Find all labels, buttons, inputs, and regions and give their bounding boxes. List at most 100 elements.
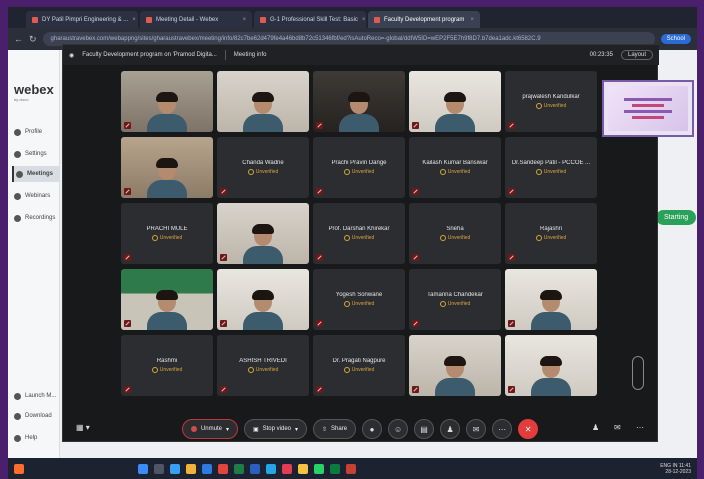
participant-tile[interactable] xyxy=(121,71,213,132)
excel-icon[interactable] xyxy=(234,463,244,474)
record-button[interactable]: ● xyxy=(362,419,383,439)
participant-tile[interactable]: Sneha Unverified xyxy=(409,203,501,264)
unverified-badge: Unverified xyxy=(536,169,567,175)
close-tab-icon[interactable]: × xyxy=(470,17,474,23)
mic-muted-icon xyxy=(316,122,323,129)
mic-muted-icon xyxy=(220,320,227,327)
sidebar-item-webinars[interactable]: Webinars xyxy=(12,188,60,204)
close-tab-icon[interactable]: × xyxy=(242,17,246,23)
sidebar-item-settings[interactable]: Settings xyxy=(12,146,60,162)
participant-tile[interactable]: Prof. Darshan Khirekar Unverified xyxy=(313,203,405,264)
browser-tab[interactable]: G-1 Professional Skill Test: Basic × xyxy=(254,11,366,28)
participant-tile[interactable]: Dr. Pragati Nagpure Unverified xyxy=(313,335,405,396)
more-panel-icon[interactable]: ⋯ xyxy=(636,423,644,432)
word-icon[interactable] xyxy=(250,463,260,474)
participant-tile[interactable]: Kailash Kumar Bansiwar Unverified xyxy=(409,137,501,198)
participant-name: Kailash Kumar Bansiwar xyxy=(422,160,488,166)
meeting-info-button[interactable]: Meeting info xyxy=(234,52,267,58)
grid-page-scroll[interactable] xyxy=(632,356,644,390)
captions-button[interactable]: ▤ xyxy=(414,419,435,439)
sidebar-item-recordings[interactable]: Recordings xyxy=(12,210,60,226)
more-options-button[interactable]: ⋯ xyxy=(492,419,513,439)
participant-tile[interactable]: Tamanna Chandekar Unverified xyxy=(409,269,501,330)
app-icon[interactable] xyxy=(282,463,292,474)
tab-favicon-icon xyxy=(32,16,38,23)
windows-start-icon[interactable] xyxy=(138,463,148,474)
participant-tile[interactable] xyxy=(217,269,309,330)
sidebar-item-help[interactable]: Help xyxy=(12,430,60,446)
layout-button[interactable]: Layout xyxy=(620,50,653,60)
vscode-icon[interactable] xyxy=(266,463,276,474)
browser-tab[interactable]: Faculty Development program × xyxy=(368,11,480,28)
participant-name: Yogesh Sonwane xyxy=(335,292,383,298)
tab-label: Meeting Detail - Webex xyxy=(156,16,219,23)
webex-taskbar-icon[interactable] xyxy=(330,463,340,474)
store-icon[interactable] xyxy=(202,463,212,474)
start-button[interactable]: Starting xyxy=(656,210,697,225)
sidebar-item-launch[interactable]: Launch M... xyxy=(12,388,60,404)
folder-icon[interactable] xyxy=(186,463,196,474)
participant-tile[interactable]: Rashmi Unverified xyxy=(121,335,213,396)
sidebar-item-meetings[interactable]: Meetings xyxy=(12,166,60,182)
widget-icon[interactable] xyxy=(14,463,24,474)
participant-video xyxy=(241,290,285,330)
participant-tile[interactable]: Chanda Wadne Unverified xyxy=(217,137,309,198)
participant-tile[interactable] xyxy=(121,269,213,330)
mic-muted-icon xyxy=(316,386,323,393)
participant-tile[interactable]: PRACHI MULE Unverified xyxy=(121,203,213,264)
unverified-badge: Unverified xyxy=(344,367,375,373)
chat-button[interactable]: ✉ xyxy=(466,419,487,439)
browser-tab[interactable]: DY Patil Pimpri Engineering & ... × xyxy=(26,11,138,28)
participant-tile[interactable]: Rajashri Unverified xyxy=(505,203,597,264)
meeting-title: Faculty Development program on 'Pramod D… xyxy=(82,52,217,58)
profile-school-button[interactable]: School xyxy=(660,34,691,44)
reactions-button[interactable]: ☺ xyxy=(388,419,409,439)
participants-panel-icon[interactable]: ♟ xyxy=(592,423,599,432)
participant-name: PRACHI MULE xyxy=(146,226,188,232)
sidebar-item-download[interactable]: Download xyxy=(12,408,60,424)
participant-tile[interactable]: ASHISH TRIVEDI Unverified xyxy=(217,335,309,396)
participant-tile[interactable]: prajwalesh Kandulkar Unverified xyxy=(505,71,597,132)
participant-video xyxy=(145,158,189,198)
back-icon[interactable]: ← xyxy=(14,34,23,44)
unverified-badge: Unverified xyxy=(344,235,375,241)
sidebar-item-profile[interactable]: Profile xyxy=(12,124,60,140)
edge-icon[interactable] xyxy=(170,463,180,474)
close-tab-icon[interactable]: × xyxy=(362,17,366,23)
participant-tile[interactable] xyxy=(217,71,309,132)
mic-muted-icon xyxy=(412,122,419,129)
unmute-button[interactable]: Unmute ▾ xyxy=(181,419,238,439)
browser-tab[interactable]: Meeting Detail - Webex × xyxy=(140,11,252,28)
participant-name: Rashmi xyxy=(156,358,178,364)
pdf-icon[interactable] xyxy=(346,463,356,474)
participant-tile[interactable]: Dr.Sandeep Patil - PCCOE ... Unverified xyxy=(505,137,597,198)
end-call-button[interactable]: ✕ xyxy=(518,419,539,439)
participant-tile[interactable]: Yogesh Sonwane Unverified xyxy=(313,269,405,330)
shared-content-thumbnail[interactable] xyxy=(602,80,694,137)
chat-panel-icon[interactable]: ✉ xyxy=(614,423,621,432)
system-tray[interactable]: ENG IN 11:41 28-12-2023 xyxy=(660,463,691,475)
share-button[interactable]: ⇧ Share xyxy=(313,419,357,439)
participant-tile[interactable] xyxy=(409,335,501,396)
unverified-badge: Unverified xyxy=(440,301,471,307)
participants-button[interactable]: ♟ xyxy=(440,419,461,439)
close-tab-icon[interactable]: × xyxy=(132,17,136,23)
search-icon[interactable] xyxy=(154,463,164,474)
webex-sidebar: webex by cisco Profile Settings Meetings … xyxy=(8,50,60,458)
participant-tile[interactable] xyxy=(505,335,597,396)
participant-video xyxy=(145,290,189,330)
stop-video-button[interactable]: ▣ Stop video ▾ xyxy=(243,419,308,439)
office-icon[interactable] xyxy=(218,463,228,474)
participant-tile[interactable] xyxy=(409,71,501,132)
participant-tile[interactable] xyxy=(313,71,405,132)
reload-icon[interactable]: ↻ xyxy=(29,34,37,45)
participant-tile[interactable] xyxy=(121,137,213,198)
participant-tile[interactable]: Prachi Pravin Dange Unverified xyxy=(313,137,405,198)
mic-muted-icon xyxy=(124,122,131,129)
whatsapp-icon[interactable] xyxy=(314,463,324,474)
mic-muted-icon xyxy=(412,386,419,393)
participant-tile[interactable] xyxy=(217,203,309,264)
mic-muted-icon xyxy=(412,254,419,261)
participant-tile[interactable] xyxy=(505,269,597,330)
chrome-icon[interactable] xyxy=(298,463,308,474)
